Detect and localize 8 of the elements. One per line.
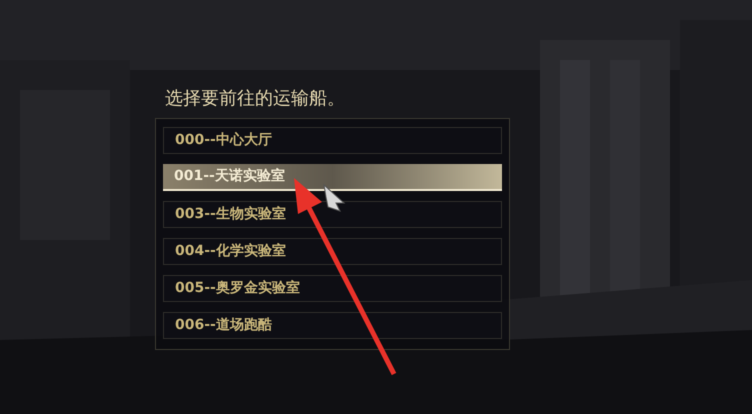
dialog-title: 选择要前往的运输船。 <box>164 87 345 111</box>
transport-option[interactable]: 000--中心大厅 <box>163 127 502 154</box>
transport-option[interactable]: 006--道场跑酷 <box>163 312 502 339</box>
mouse-pointer-icon <box>322 183 346 213</box>
transport-option[interactable]: 005--奥罗金实验室 <box>163 275 502 302</box>
transport-option[interactable]: 001--天诺实验室 <box>163 164 502 191</box>
transport-option[interactable]: 003--生物实验室 <box>163 201 502 228</box>
transport-option[interactable]: 004--化学实验室 <box>163 238 502 265</box>
